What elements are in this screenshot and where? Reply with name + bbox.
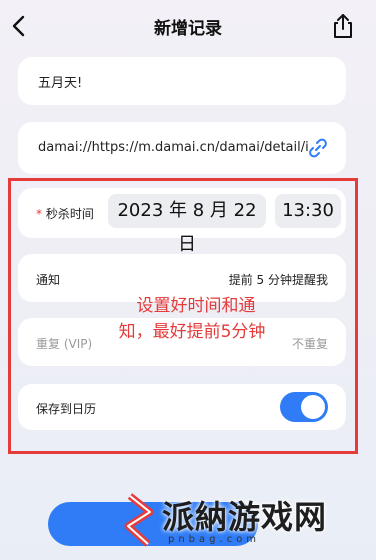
watermark-text: 派納游戏网 [162,498,328,536]
annotation-line-1: 设置好时间和通 [136,296,256,316]
annotation-note: 设置好时间和通 知，最好提前5分钟 [96,293,296,345]
name-input-value: 五月天! [38,76,83,91]
name-field[interactable]: 五月天! [18,57,346,105]
page-title: 新增记录 [154,19,222,39]
watermark-logo [124,493,154,547]
watermark: 派納游戏网 pnbag.com [120,488,370,554]
link-input-value: damai://https://m.damai.cn/damai/detail/… [38,140,308,155]
annotation-line-2: 知，最好提前5分钟 [118,322,266,342]
link-field[interactable]: damai://https://m.damai.cn/damai/detail/… [18,122,346,174]
watermark-url: pnbag.com [168,534,261,545]
top-nav: 新增记录 [0,0,376,56]
share-icon [334,14,352,38]
share-button[interactable] [330,12,356,40]
link-button[interactable] [308,138,328,158]
link-icon [309,138,327,158]
